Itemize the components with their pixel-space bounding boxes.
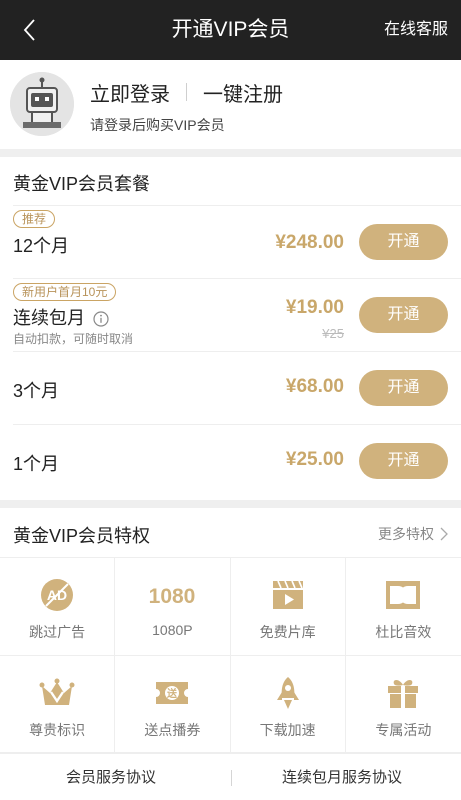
avatar[interactable] (10, 72, 74, 136)
privilege-grid: AD 跳过广告 1080 1080P (0, 558, 461, 753)
privilege-item[interactable]: 杜比音效 (345, 558, 461, 656)
package-section-title: 黄金VIP会员套餐 (13, 174, 151, 194)
more-privileges-link[interactable]: 更多特权 (378, 524, 448, 544)
film-library-icon (272, 580, 303, 609)
package-price: ¥25.00 (285, 449, 344, 470)
privilege-item[interactable]: 下载加速 (230, 655, 346, 753)
package-3-months[interactable]: 3个月 ¥68.00 开通 (13, 351, 461, 424)
online-service-link[interactable]: 在线客服 (384, 0, 448, 60)
auto-renew-agreement-link[interactable]: 连续包月服务协议 (282, 754, 402, 800)
nav-bar: 开通VIP会员 在线客服 (0, 0, 461, 60)
agreement-bar: 会员服务协议 连续包月服务协议 (0, 753, 461, 800)
rocket-icon (276, 676, 299, 709)
open-button[interactable]: 开通 (359, 443, 448, 479)
privilege-section-title: 黄金VIP会员特权 (13, 526, 151, 546)
login-button[interactable]: 立即登录 (90, 78, 170, 107)
dolby-icon (386, 581, 421, 609)
svg-text:1080: 1080 (149, 585, 196, 608)
vip-page: 开通VIP会员 在线客服 立即登录 一键注册 请登录后购买VIP会员 黄金VIP… (0, 0, 461, 800)
privilege-label: 专属活动 (375, 721, 432, 738)
privilege-item[interactable]: 免费片库 (230, 558, 346, 656)
privilege-item[interactable]: 专属活动 (345, 656, 461, 753)
info-icon[interactable] (93, 311, 109, 327)
package-name: 12个月 (13, 236, 70, 256)
ad-skip-icon: AD (41, 579, 74, 611)
privilege-item[interactable]: 送 送点播券 (115, 655, 231, 753)
package-1-month[interactable]: 1个月 ¥25.00 开通 (13, 424, 461, 497)
open-button[interactable]: 开通 (359, 370, 448, 406)
register-button[interactable]: 一键注册 (203, 78, 283, 107)
privilege-label: 下载加速 (259, 721, 316, 738)
svg-text:送: 送 (166, 687, 178, 700)
privilege-label: 跳过广告 (29, 624, 86, 640)
package-price: ¥68.00 (285, 376, 344, 397)
package-name: 连续包月 (13, 308, 85, 328)
new-user-badge: 新用户首月10元 (13, 283, 117, 301)
original-price: ¥25 (322, 326, 344, 341)
package-name: 1个月 (13, 454, 60, 474)
privilege-section: 黄金VIP会员特权 更多特权 AD 跳过广告 1080 (0, 508, 461, 753)
recommend-badge: 推荐 (13, 210, 56, 228)
gift-icon (388, 679, 419, 708)
crown-icon (39, 678, 75, 705)
privilege-header: 黄金VIP会员特权 更多特权 (0, 508, 461, 558)
auto-renew-note: 自动扣款，可随时取消 (13, 332, 134, 346)
1080p-icon: 1080 (149, 585, 196, 608)
robot-avatar-icon (10, 72, 74, 136)
service-agreement-link[interactable]: 会员服务协议 (66, 754, 156, 800)
privilege-item[interactable]: 1080 1080P (115, 558, 231, 656)
package-name-row: 连续包月 (13, 304, 109, 330)
package-section: 黄金VIP会员套餐 推荐 12个月 ¥248.00 开通 新用户首月10元 连续… (0, 157, 461, 500)
open-button[interactable]: 开通 (359, 224, 448, 260)
login-panel: 立即登录 一键注册 请登录后购买VIP会员 (0, 60, 461, 149)
package-monthly-auto[interactable]: 新用户首月10元 连续包月 自动扣款，可随时取消 ¥19.00 ¥25 开通 (13, 278, 461, 351)
package-name: 3个月 (13, 381, 60, 401)
login-actions: 立即登录 一键注册 (90, 78, 283, 106)
privilege-label: 尊贵标识 (29, 721, 86, 738)
privilege-item[interactable]: 尊贵标识 (0, 655, 116, 753)
ticket-icon: 送 (156, 681, 189, 704)
package-price: ¥19.00 (285, 297, 344, 318)
privilege-label: 杜比音效 (375, 624, 432, 640)
chevron-right-icon (440, 527, 448, 541)
package-price: ¥248.00 (275, 232, 344, 253)
privilege-label: 免费片库 (259, 624, 316, 640)
privilege-item[interactable]: AD 跳过广告 (0, 558, 116, 656)
privilege-label: 送点播券 (144, 721, 201, 738)
privilege-label: 1080P (152, 622, 193, 638)
divider (231, 770, 232, 786)
more-privileges-label: 更多特权 (378, 526, 434, 542)
divider (186, 83, 187, 101)
login-hint: 请登录后购买VIP会员 (90, 117, 225, 133)
open-button[interactable]: 开通 (359, 297, 448, 333)
package-12-months[interactable]: 推荐 12个月 ¥248.00 开通 (13, 205, 461, 278)
